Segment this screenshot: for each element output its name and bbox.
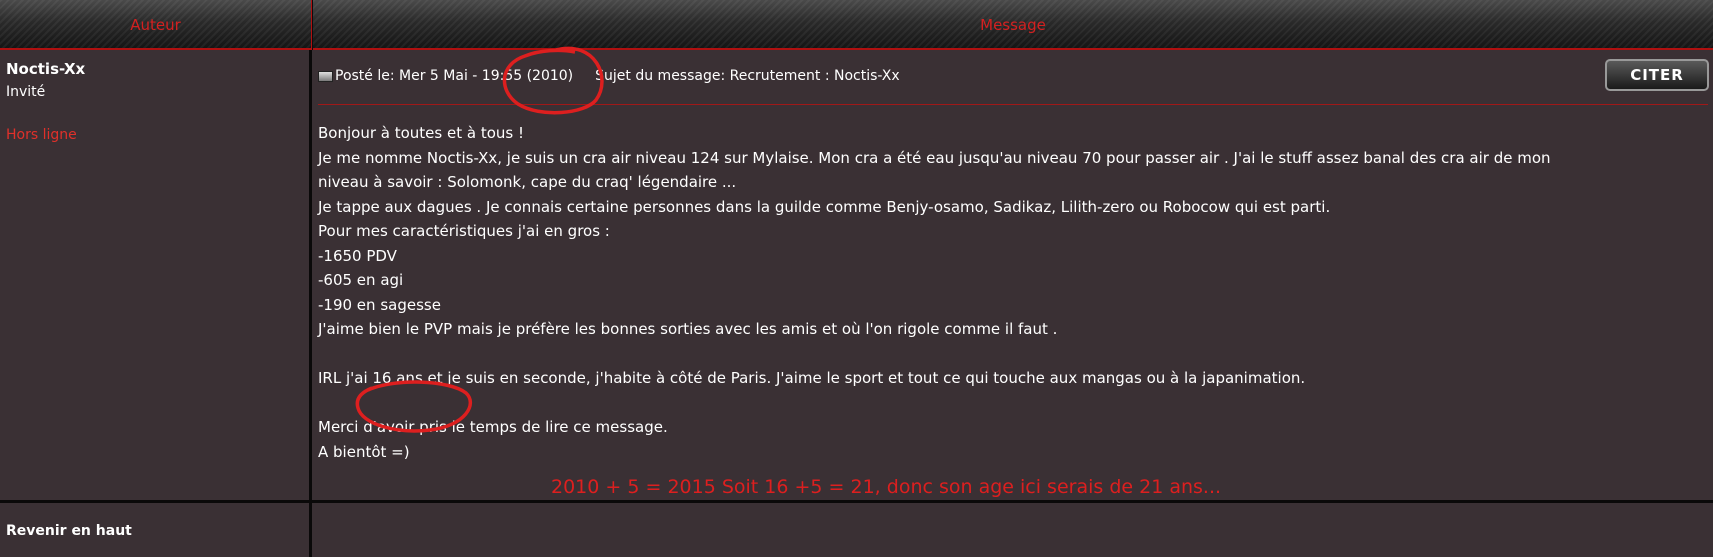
post-line: Bonjour à toutes et à tous ! [318,124,524,142]
quote-button[interactable]: CITER [1605,59,1709,91]
header-message: Message [313,0,1713,50]
post-line: -190 en sagesse [318,295,441,314]
footer-message-cell [312,503,1713,557]
footer-author-cell: Revenir en haut [0,503,312,557]
post-header-divider [318,104,1708,105]
forum-post-table: Auteur Message Noctis-Xx Invité Hors lig… [0,0,1713,557]
post-line: -1650 PDV [318,246,397,265]
post-line: -605 en agi [318,271,404,289]
author-status: Hors ligne [6,127,77,143]
author-name[interactable]: Noctis-Xx [6,60,85,78]
posted-date: Posté le: Mer 5 Mai - 19:55 (2010) [335,68,574,84]
post-line: A bientôt =) [318,442,410,461]
post-line [318,391,1703,416]
post-icon [318,70,333,82]
back-to-top-link[interactable]: Revenir en haut [6,523,132,539]
post-body: Bonjour à toutes et à tous ! Je me nomme … [318,121,1703,464]
post-header: Posté le: Mer 5 Mai - 19:55 (2010) Sujet … [318,68,900,84]
post-line: Je tappe aux dagues . Je connais certain… [318,197,1331,216]
post-line: Je me nomme Noctis-Xx, je suis un cra ai… [318,148,1551,167]
post-line: niveau à savoir : Solomonk, cape du craq… [318,173,737,191]
header-author: Auteur [0,0,312,50]
post-subject: Sujet du message: Recrutement : Noctis-X… [595,68,900,84]
post-line: Merci d'avoir pris le temps de lire ce m… [318,418,668,436]
annotation-text: 2010 + 5 = 2015 Soit 16 +5 = 21, donc so… [551,476,1222,498]
post-line: IRL j'ai 16 ans et je suis en seconde, j… [318,369,1306,387]
post-line [318,342,1703,367]
author-panel: Noctis-Xx Invité Hors ligne [0,50,312,500]
author-rank: Invité [6,84,46,100]
post-line: Pour mes caractéristiques j'ai en gros : [318,222,610,240]
post-line: J'aime bien le PVP mais je préfère les b… [318,320,1058,338]
